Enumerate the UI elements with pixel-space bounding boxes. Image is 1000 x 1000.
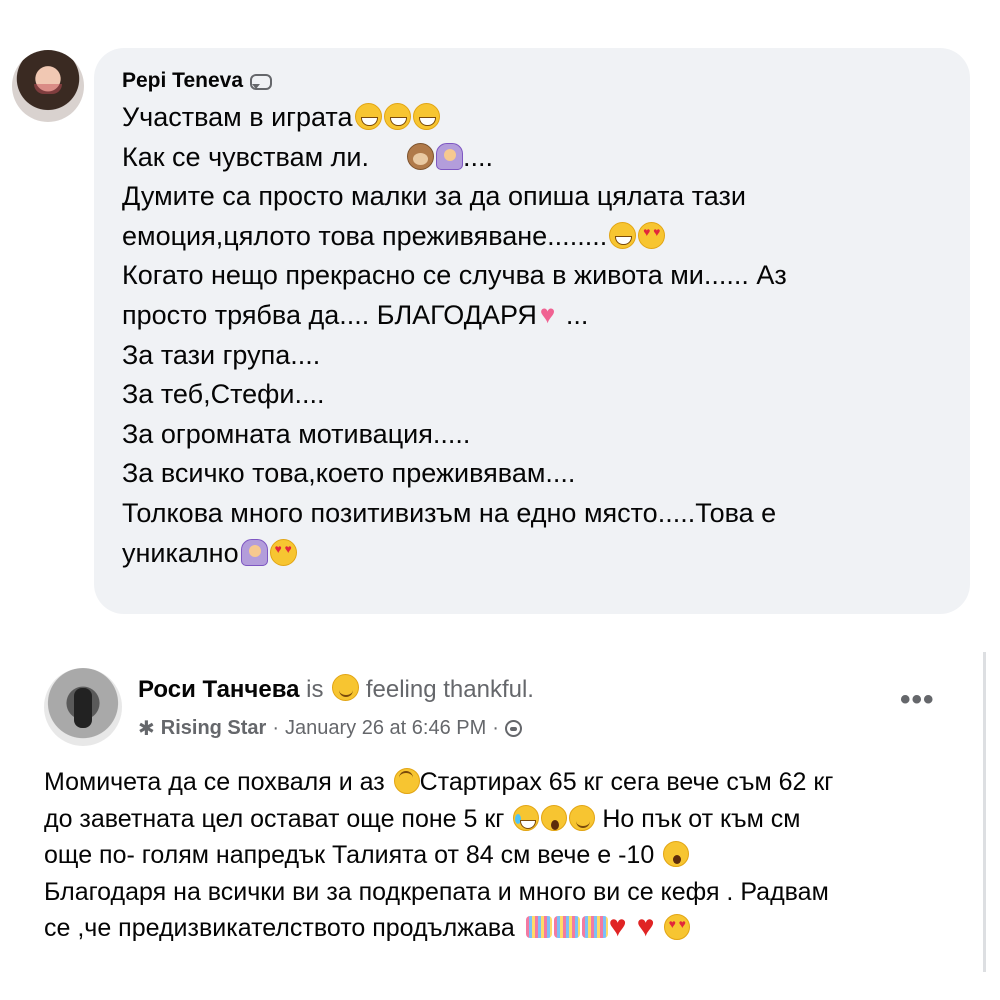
slight-emoji-icon	[569, 804, 596, 831]
comment-author-row: Pepi Teneva	[122, 66, 942, 96]
comment-text: Участвам в играта Как се чувствам ли.....…	[122, 98, 942, 573]
post-line: се ,че предизвикателството продължава	[44, 910, 974, 947]
redheart-emoji-icon	[608, 914, 634, 940]
post-line-text: още по- голям напредък Талията от 84 см …	[44, 841, 662, 869]
comment-line: просто трябва да.... БЛАГОДАРЯ...	[122, 296, 942, 336]
comment-line: За тази група....	[122, 336, 942, 376]
post: Роси Танчева is feeling thankful. ✱ Risi…	[0, 652, 1000, 1000]
heart-eyes-emoji-icon	[663, 914, 690, 940]
comment-author-name[interactable]: Pepi Teneva	[122, 69, 243, 93]
post-line: Момичета да се похваля и аз Стартирах 65…	[44, 764, 974, 801]
post-line-text: Но пък от към см	[595, 804, 801, 833]
comment-line-text: Как се чувствам ли.	[122, 141, 370, 172]
meta-separator-2: ·	[492, 717, 499, 739]
comment-line-text: За теб,Стефи....	[122, 379, 325, 410]
commenter-avatar[interactable]	[12, 50, 84, 122]
upside-emoji-icon	[393, 768, 420, 794]
comment-line-text: За огромната мотивация.....	[122, 418, 471, 449]
monkey-emoji-icon	[407, 142, 435, 170]
grin-emoji-icon	[412, 103, 440, 130]
woman-emoji-icon	[436, 142, 464, 170]
post-line: Благодаря на всички ви за подкрепата и м…	[44, 874, 974, 911]
woman-emoji-icon	[240, 538, 268, 566]
post-line: до заветната цел остават още поне 5 кг Н…	[44, 801, 974, 838]
comment-line: За огромната мотивация.....	[122, 415, 942, 455]
post-group-link[interactable]: Rising Star	[161, 717, 267, 740]
comment-line-text: уникално	[122, 537, 239, 568]
comment-line: За теб,Стефи....	[122, 375, 942, 415]
post-meta: ✱ Rising Star · January 26 at 6:46 PM ·	[138, 716, 522, 741]
grin-emoji-icon	[383, 103, 411, 130]
joy-emoji-icon	[513, 804, 540, 831]
star-icon: ✱	[138, 718, 155, 740]
grin-emoji-icon	[354, 103, 382, 130]
comment-line: емоция,цялото това преживяване........	[122, 217, 942, 257]
comment-line: Думите са просто малки за да опиша цялат…	[122, 177, 942, 217]
comment-line: Толкова много позитивизъм на едно място.…	[122, 494, 942, 534]
pinkheart-emoji-icon	[539, 301, 566, 328]
hundred-emoji-icon	[371, 143, 405, 170]
post-body: Момичета да се похваля и аз Стартирах 65…	[44, 764, 974, 947]
comment-line-suffix: ...	[565, 299, 589, 330]
post-line-text: се ,че предизвикателството продължава	[44, 914, 522, 942]
post-line-text: до заветната цел остават още поне 5 кг	[44, 804, 512, 833]
comment-line: Участвам в играта	[122, 98, 942, 138]
grin-emoji-icon	[609, 221, 637, 249]
post-line-text: Стартирах 65 кг сега вече съм 62 кг	[419, 768, 834, 796]
comment-bubble: Pepi Teneva Участвам в играта Как се чувс…	[94, 48, 970, 614]
comment-line: Когато нещо прекрасно се случва в живота…	[122, 256, 942, 296]
post-feeling-label[interactable]: feeling thankful.	[366, 676, 534, 703]
slightly-smiling-emoji-icon	[332, 674, 360, 701]
comment-line-text: За всичко това,което преживявам....	[122, 458, 576, 489]
post-is-label: is	[306, 676, 324, 703]
comment-line-text: Когато нещо прекрасно се случва в живота…	[122, 260, 787, 291]
poster-avatar[interactable]	[44, 668, 122, 746]
redheart-emoji-icon	[636, 914, 662, 940]
comment-line: уникално	[122, 534, 942, 574]
post-header: Роси Танчева is feeling thankful.	[138, 674, 534, 704]
party-emoji-icon	[552, 914, 580, 940]
comment-line-text: просто трябва да.... БЛАГОДАРЯ	[122, 299, 537, 330]
heart-eyes-emoji-icon	[269, 538, 297, 566]
comment-line-text: емоция,цялото това преживяване........	[122, 220, 608, 251]
comment-line: Как се чувствам ли.....	[122, 138, 942, 178]
comment-line-suffix: ....	[463, 141, 494, 172]
post-line: още по- голям напредък Талията от 84 см …	[44, 837, 974, 874]
post-timestamp[interactable]: January 26 at 6:46 PM	[285, 717, 486, 740]
messenger-bubble-icon	[249, 73, 272, 90]
post-author-name[interactable]: Роси Танчева	[138, 676, 300, 703]
heart-eyes-emoji-icon	[638, 221, 666, 249]
party-emoji-icon	[580, 914, 608, 940]
meta-separator: ·	[272, 717, 280, 739]
globe-icon[interactable]	[504, 720, 522, 737]
post-edge-divider	[983, 652, 986, 972]
comment-line-text: Думите са просто малки за да опиша цялат…	[122, 181, 746, 212]
more-options-icon[interactable]: •••	[900, 685, 935, 715]
party-emoji-icon	[524, 914, 552, 940]
comment-line-text: Толкова много позитивизъм на едно място.…	[122, 497, 777, 528]
gasp-emoji-icon	[663, 841, 690, 867]
comment-line-text: Участвам в играта	[122, 102, 353, 132]
post-line-text: Благодаря на всички ви за подкрепата и м…	[44, 877, 829, 906]
comment-line-text: За тази група....	[122, 339, 321, 370]
scream-emoji-icon	[541, 804, 568, 831]
comment-line: За всичко това,което преживявам....	[122, 454, 942, 494]
post-line-text: Момичета да се похваля и аз	[44, 768, 392, 796]
